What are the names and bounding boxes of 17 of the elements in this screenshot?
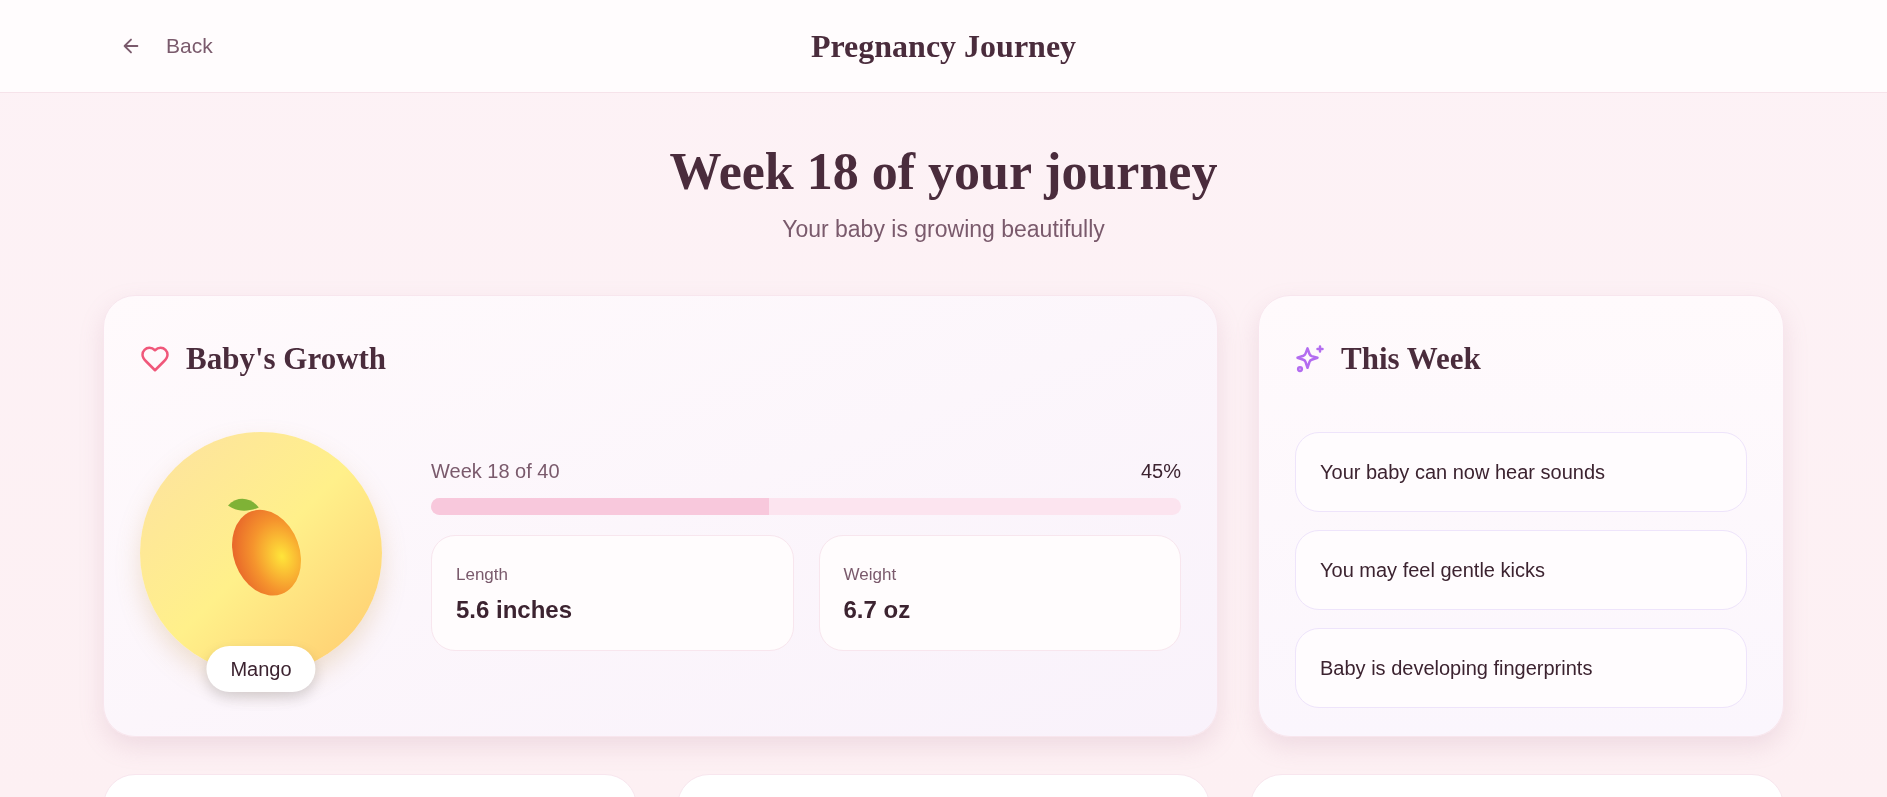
stat-label: Weight	[843, 564, 898, 587]
card-title: This Week	[1341, 339, 1481, 378]
milestone-item: Your baby can now hear sounds	[1295, 432, 1747, 513]
week-heading: Week 18 of your journey	[669, 143, 1218, 201]
stat-value: 6.7 oz	[843, 594, 912, 625]
subtitle: Your baby is growing beautifully	[782, 215, 1105, 245]
sparkle-icon	[1295, 343, 1325, 374]
app-title: Pregnancy Journey	[810, 27, 1077, 66]
stat-value: 5.6 inches	[456, 594, 574, 625]
progress-label: Week 18 of 40	[431, 459, 560, 485]
stat-label: Length	[456, 564, 509, 587]
card-title: Baby's Growth	[186, 339, 387, 378]
fruit-label: Mango	[206, 646, 316, 693]
back-button[interactable]: Back	[120, 30, 213, 62]
milestone-item: Baby is developing fingerprints	[1295, 628, 1747, 709]
milestone-item: You may feel gentle kicks	[1295, 530, 1747, 611]
progress-reading: 45%	[1140, 459, 1181, 485]
